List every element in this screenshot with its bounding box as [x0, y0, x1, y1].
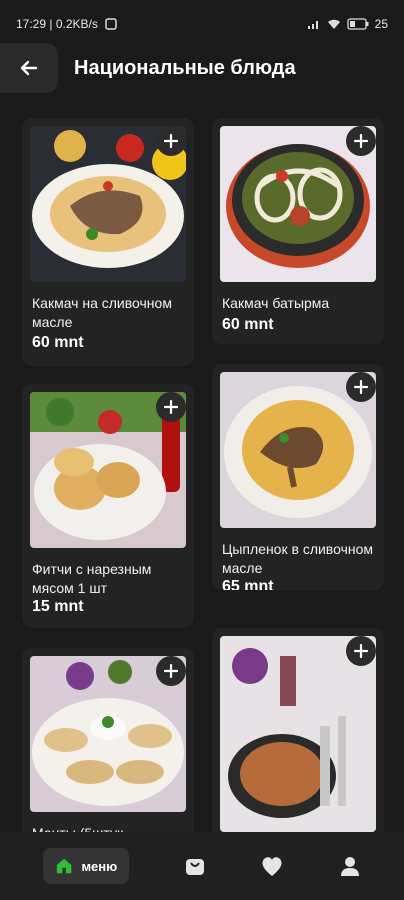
- product-image: [220, 636, 376, 832]
- plus-icon: [354, 644, 368, 658]
- plus-icon: [164, 134, 178, 148]
- add-button[interactable]: [156, 392, 186, 422]
- product-name: Манты (5штук: [32, 824, 188, 832]
- product-card[interactable]: [212, 628, 384, 832]
- arrow-left-icon: [20, 60, 38, 76]
- product-name: Какмач батырма: [222, 295, 330, 311]
- product-card[interactable]: Цыпленок в сливочном масле 65 mnt: [212, 364, 384, 590]
- wifi-icon: [327, 19, 340, 29]
- product-price: 60 mnt: [222, 316, 274, 333]
- product-card[interactable]: Какмач на сливочном масле 60 mnt: [22, 118, 194, 366]
- signal-icon: [307, 21, 318, 29]
- nav-favorites-button[interactable]: [260, 848, 284, 884]
- plus-icon: [354, 134, 368, 148]
- battery-level: 25: [374, 17, 388, 31]
- plus-icon: [164, 400, 178, 414]
- add-button[interactable]: [346, 372, 376, 402]
- profile-icon: [340, 857, 359, 876]
- nav-cart-button[interactable]: [184, 848, 206, 884]
- notification-icon: [105, 18, 117, 30]
- product-card[interactable]: Фитчи с нарезным мясом 1 шт 15 mnt: [22, 384, 194, 628]
- add-button[interactable]: [346, 636, 376, 666]
- product-grid: Какмач на сливочном масле 60 mnt Какмач …: [0, 96, 404, 832]
- plus-icon: [164, 664, 178, 678]
- add-button[interactable]: [156, 126, 186, 156]
- plus-icon: [354, 380, 368, 394]
- header: Национальные блюда: [0, 40, 404, 96]
- product-price: 65 mnt: [222, 578, 274, 590]
- page-title: Национальные блюда: [74, 56, 296, 79]
- product-card[interactable]: Какмач батырма 60 mnt: [212, 118, 384, 344]
- nav-menu-label: меню: [81, 858, 118, 874]
- nav-profile-button[interactable]: [339, 848, 361, 884]
- product-card[interactable]: Манты (5штук: [22, 648, 194, 832]
- product-name: Цыпленок в сливочном масле: [222, 541, 373, 576]
- bottom-nav: меню: [0, 832, 404, 900]
- add-button[interactable]: [346, 126, 376, 156]
- status-time: 17:29 | 0.2KB/s: [16, 17, 98, 31]
- product-price: 60 mnt: [32, 334, 84, 351]
- heart-icon: [262, 857, 282, 876]
- battery-icon: [346, 18, 369, 30]
- product-price: 15 mnt: [32, 598, 84, 615]
- add-button[interactable]: [156, 656, 186, 686]
- nav-menu-button[interactable]: меню: [43, 848, 130, 884]
- product-name: Фитчи с нарезным мясом 1 шт: [32, 561, 152, 596]
- back-button[interactable]: [0, 43, 58, 93]
- home-icon: [57, 858, 72, 874]
- cart-icon: [185, 859, 204, 875]
- product-name: Какмач на сливочном масле: [32, 295, 172, 330]
